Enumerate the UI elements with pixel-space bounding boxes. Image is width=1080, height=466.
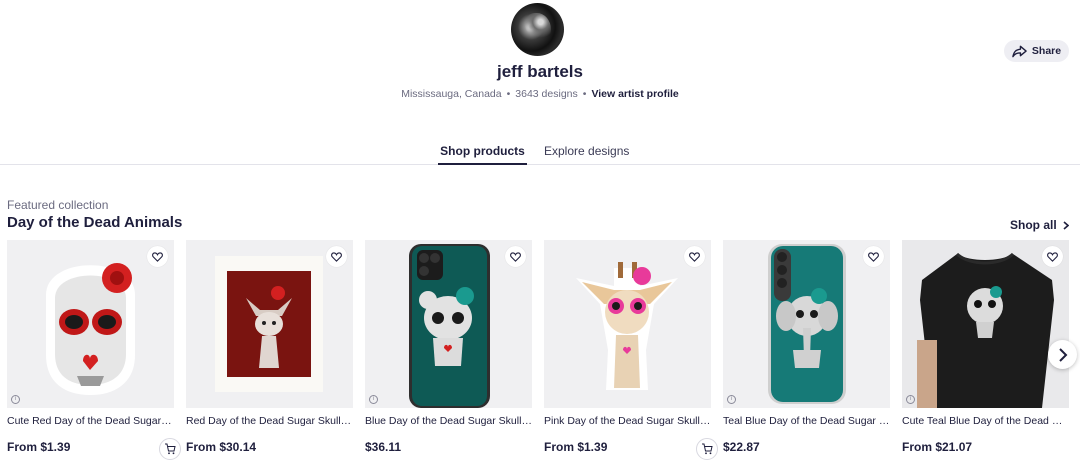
favorite-button[interactable] bbox=[147, 246, 168, 267]
info-icon[interactable]: i bbox=[369, 395, 378, 404]
tab-shop-products[interactable]: Shop products bbox=[438, 144, 527, 165]
collection-title: Day of the Dead Animals bbox=[7, 214, 183, 231]
product-card[interactable]: i Teal Blue Day of the Dead Sugar Skull … bbox=[723, 240, 890, 466]
product-image[interactable] bbox=[365, 240, 532, 408]
share-label: Share bbox=[1031, 45, 1062, 57]
product-image[interactable] bbox=[723, 240, 890, 408]
heart-icon bbox=[868, 251, 879, 262]
shop-all-label: Shop all bbox=[1010, 218, 1057, 232]
view-artist-profile-link[interactable]: View artist profile bbox=[591, 88, 678, 100]
share-button[interactable]: Share bbox=[1004, 40, 1069, 62]
shop-all-link[interactable]: Shop all bbox=[1010, 218, 1069, 232]
info-icon[interactable]: i bbox=[11, 395, 20, 404]
product-card[interactable]: Pink Day of the Dead Sugar Skull Giraffe… bbox=[544, 240, 718, 466]
chevron-right-icon bbox=[1058, 347, 1067, 362]
artist-location: Mississauga, Canada bbox=[401, 88, 502, 100]
featured-collection-label: Featured collection bbox=[7, 198, 109, 212]
heart-icon bbox=[510, 251, 521, 262]
add-to-cart-button[interactable] bbox=[159, 438, 181, 460]
product-card[interactable]: i Cute Red Day of the Dead Sugar Skull O… bbox=[7, 240, 181, 466]
chevron-right-icon bbox=[1063, 220, 1069, 230]
product-image[interactable] bbox=[902, 240, 1069, 408]
favorite-button[interactable] bbox=[863, 246, 884, 267]
tab-bar: Shop products Explore designs bbox=[0, 138, 1080, 165]
product-price: From $21.07 bbox=[902, 440, 973, 454]
artist-avatar[interactable] bbox=[511, 3, 564, 56]
product-title[interactable]: Teal Blue Day of the Dead Sugar Skull El… bbox=[723, 415, 890, 427]
product-title[interactable]: Cute Red Day of the Dead Sugar Skull Owl bbox=[7, 415, 174, 427]
product-price: $36.11 bbox=[365, 440, 402, 454]
meta-separator: • bbox=[506, 88, 511, 100]
cart-icon bbox=[165, 443, 176, 455]
product-title[interactable]: Pink Day of the Dead Sugar Skull Giraffe bbox=[544, 415, 711, 427]
artist-name: jeff bartels bbox=[497, 62, 583, 81]
heart-icon bbox=[152, 251, 163, 262]
product-image[interactable] bbox=[186, 240, 353, 408]
cart-icon bbox=[702, 443, 713, 455]
artist-meta: Mississauga, Canada • 3643 designs • View ar… bbox=[0, 88, 1080, 100]
product-title[interactable]: Blue Day of the Dead Sugar Skull Bear bbox=[365, 415, 532, 427]
info-icon[interactable]: i bbox=[906, 395, 915, 404]
product-title[interactable]: Cute Teal Blue Day of the Dead Sugar Sku… bbox=[902, 415, 1069, 427]
product-price: From $30.14 bbox=[186, 440, 257, 454]
product-title[interactable]: Red Day of the Dead Sugar Skull Chihuahu… bbox=[186, 415, 353, 427]
favorite-button[interactable] bbox=[684, 246, 705, 267]
meta-separator: • bbox=[582, 88, 587, 100]
heart-icon bbox=[1047, 251, 1058, 262]
add-to-cart-button[interactable] bbox=[696, 438, 718, 460]
product-card[interactable]: i Blue Day of the Dead Sugar Skull Bear … bbox=[365, 240, 532, 466]
tab-explore-designs[interactable]: Explore designs bbox=[544, 144, 629, 158]
heart-icon bbox=[689, 251, 700, 262]
product-price: From $1.39 bbox=[544, 440, 608, 454]
share-icon bbox=[1012, 45, 1027, 57]
product-card[interactable]: Red Day of the Dead Sugar Skull Chihuahu… bbox=[186, 240, 353, 466]
product-price: From $1.39 bbox=[7, 440, 71, 454]
favorite-button[interactable] bbox=[505, 246, 526, 267]
product-card[interactable]: i Cute Teal Blue Day of the Dead Sugar S… bbox=[902, 240, 1069, 466]
info-icon[interactable]: i bbox=[727, 395, 736, 404]
carousel-next-button[interactable] bbox=[1048, 340, 1077, 369]
product-image[interactable] bbox=[544, 240, 711, 408]
heart-icon bbox=[331, 251, 342, 262]
product-price: $22.87 bbox=[723, 440, 760, 454]
artist-design-count: 3643 designs bbox=[515, 88, 578, 100]
favorite-button[interactable] bbox=[326, 246, 347, 267]
product-image[interactable] bbox=[7, 240, 174, 408]
favorite-button[interactable] bbox=[1042, 246, 1063, 267]
